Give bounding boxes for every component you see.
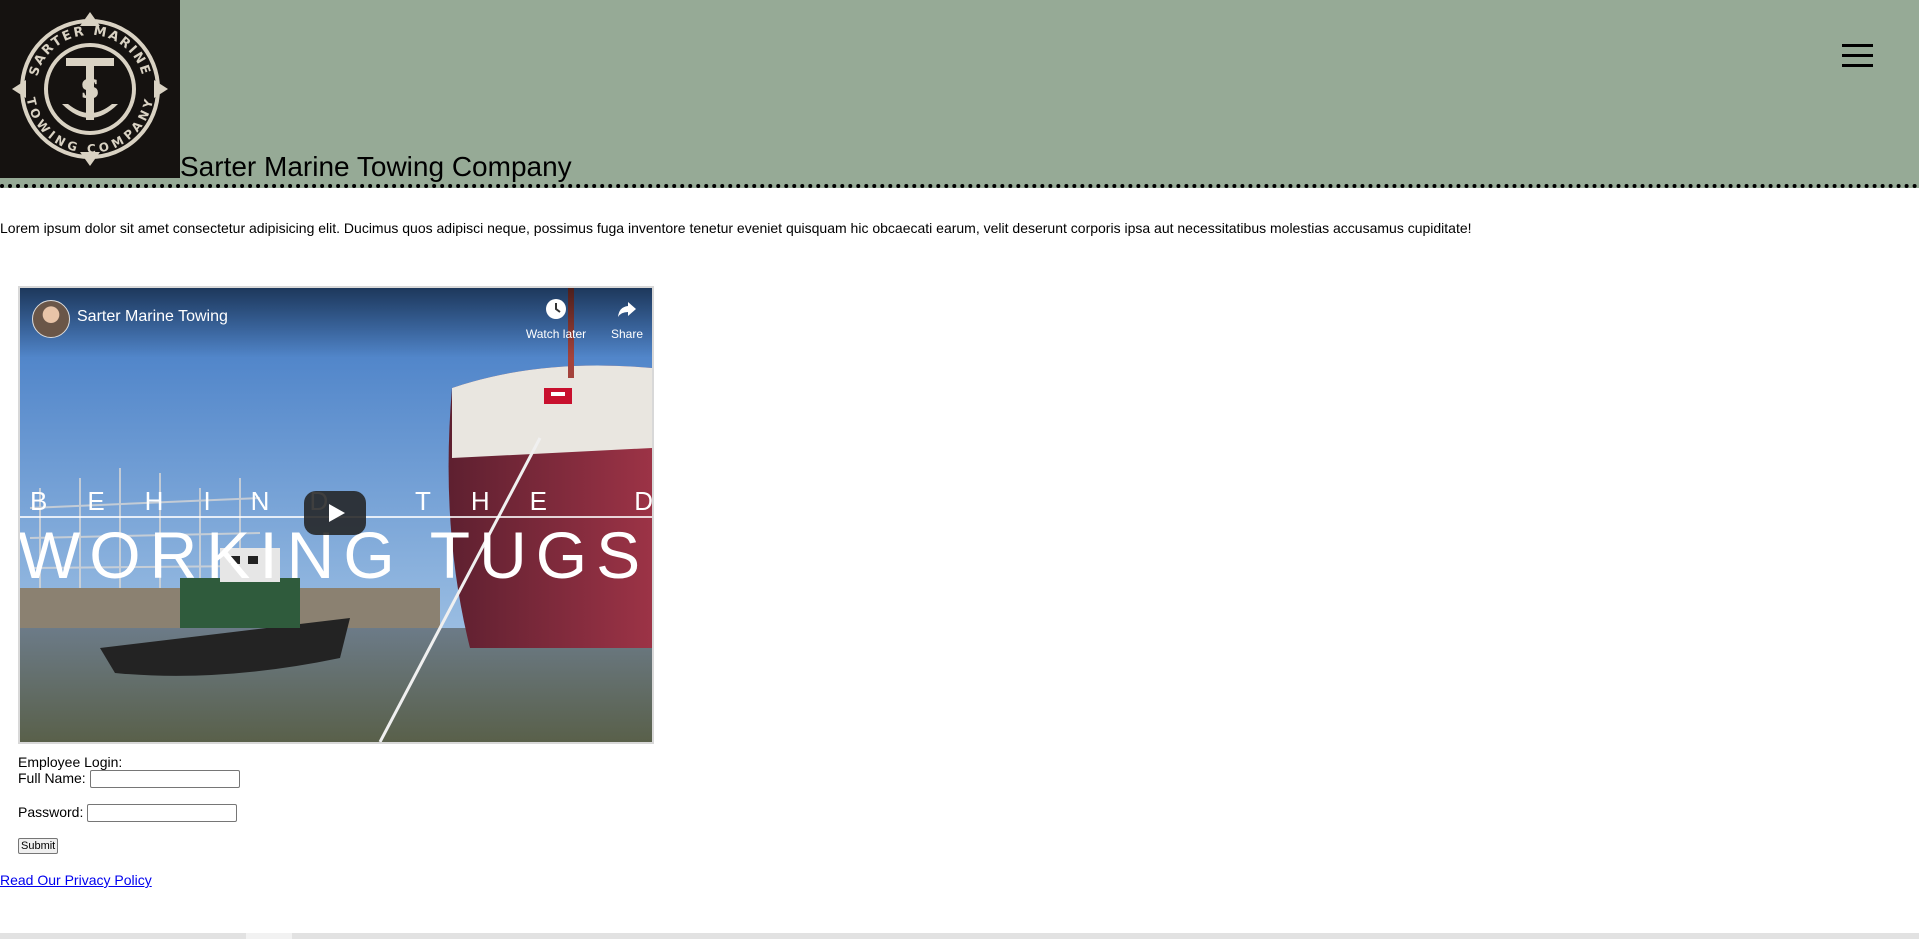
login-heading: Employee Login:: [18, 754, 123, 770]
submit-button[interactable]: Submit: [18, 838, 59, 854]
watch-later-label: Watch later: [525, 327, 587, 341]
clock-icon: [546, 299, 566, 319]
play-icon[interactable]: [304, 491, 366, 535]
password-input[interactable]: [87, 804, 238, 823]
password-row: Password:: [18, 804, 238, 823]
scrollbar-thumb[interactable]: [246, 933, 292, 939]
channel-avatar[interactable]: [32, 300, 70, 338]
privacy-policy-link[interactable]: Read Our Privacy Policy: [0, 872, 152, 888]
company-logo[interactable]: SARTER MARINE TOWING COMPANY S: [0, 0, 180, 178]
logo-seal-image: SARTER MARINE TOWING COMPANY S: [0, 0, 180, 178]
watch-later-button[interactable]: Watch later: [521, 298, 591, 341]
share-label: Share: [610, 327, 644, 341]
share-icon: [618, 302, 636, 317]
site-header: SARTER MARINE TOWING COMPANY S Sarter Ma…: [0, 0, 1919, 188]
site-title: Sarter Marine Towing Company: [180, 151, 572, 182]
full-name-row: Full Name:: [18, 770, 240, 789]
svg-text:S: S: [81, 75, 100, 105]
share-button[interactable]: Share: [592, 298, 652, 341]
full-name-input[interactable]: [89, 770, 240, 789]
hamburger-menu-icon[interactable]: [1842, 44, 1876, 68]
password-label: Password:: [18, 804, 84, 820]
full-name-label: Full Name:: [18, 770, 86, 786]
video-title[interactable]: Sarter Marine Towing: [77, 308, 228, 326]
youtube-video-embed[interactable]: Sarter Marine Towing Watch later Share B…: [18, 286, 654, 744]
horizontal-scrollbar[interactable]: [0, 933, 1919, 939]
intro-paragraph: Lorem ipsum dolor sit amet consectetur a…: [0, 220, 1472, 236]
